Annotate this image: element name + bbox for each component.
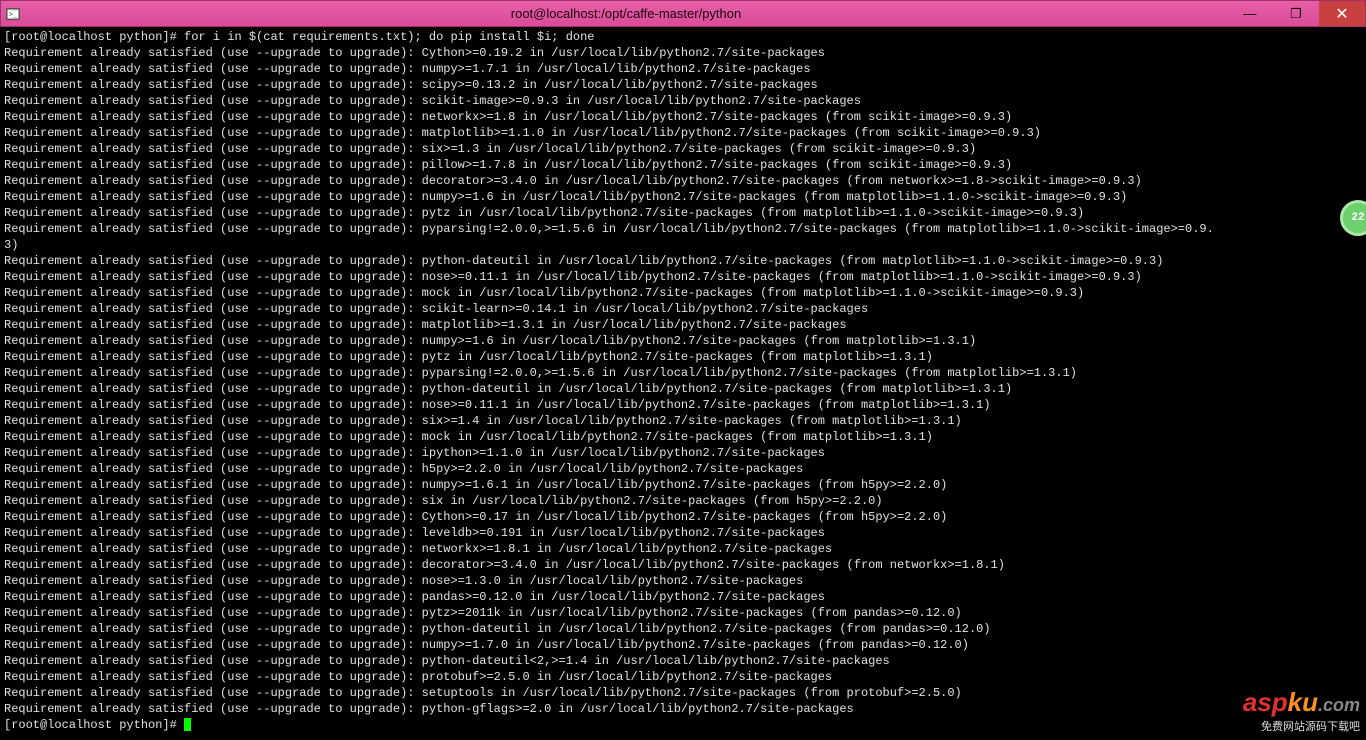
terminal-line: Requirement already satisfied (use --upg… [4,157,1362,173]
maximize-button[interactable]: ❐ [1273,1,1319,26]
terminal-line: Requirement already satisfied (use --upg… [4,653,1362,669]
terminal-line: Requirement already satisfied (use --upg… [4,77,1362,93]
terminal-line: Requirement already satisfied (use --upg… [4,349,1362,365]
app-icon: >_ [1,7,25,21]
terminal-line: Requirement already satisfied (use --upg… [4,221,1362,237]
terminal-line: Requirement already satisfied (use --upg… [4,381,1362,397]
terminal-line: Requirement already satisfied (use --upg… [4,189,1362,205]
terminal-line: Requirement already satisfied (use --upg… [4,557,1362,573]
terminal-line: Requirement already satisfied (use --upg… [4,285,1362,301]
terminal-line: Requirement already satisfied (use --upg… [4,573,1362,589]
terminal-line: Requirement already satisfied (use --upg… [4,493,1362,509]
cursor-icon [184,718,191,731]
terminal-area[interactable]: [root@localhost python]# for i in $(cat … [0,27,1366,740]
terminal-line: Requirement already satisfied (use --upg… [4,509,1362,525]
terminal-line: 3) [4,237,1362,253]
terminal-line: Requirement already satisfied (use --upg… [4,301,1362,317]
terminal-line: Requirement already satisfied (use --upg… [4,669,1362,685]
terminal-line: Requirement already satisfied (use --upg… [4,125,1362,141]
terminal-line: Requirement already satisfied (use --upg… [4,141,1362,157]
terminal-line: Requirement already satisfied (use --upg… [4,685,1362,701]
terminal-prompt[interactable]: [root@localhost python]# [4,717,1362,733]
terminal-line: Requirement already satisfied (use --upg… [4,205,1362,221]
watermark: aspku.com 免费网站源码下载吧 [1243,687,1360,734]
window-buttons: — ❐ ✕ [1227,1,1365,26]
svg-text:>_: >_ [9,11,18,19]
terminal-line: Requirement already satisfied (use --upg… [4,413,1362,429]
terminal-line: Requirement already satisfied (use --upg… [4,397,1362,413]
terminal-line: Requirement already satisfied (use --upg… [4,701,1362,717]
terminal-line: Requirement already satisfied (use --upg… [4,445,1362,461]
terminal-line: Requirement already satisfied (use --upg… [4,173,1362,189]
terminal-line: Requirement already satisfied (use --upg… [4,589,1362,605]
terminal-line: Requirement already satisfied (use --upg… [4,365,1362,381]
terminal-line: Requirement already satisfied (use --upg… [4,621,1362,637]
terminal-line: Requirement already satisfied (use --upg… [4,429,1362,445]
terminal-line: Requirement already satisfied (use --upg… [4,45,1362,61]
terminal-line: [root@localhost python]# for i in $(cat … [4,29,1362,45]
terminal-line: Requirement already satisfied (use --upg… [4,333,1362,349]
terminal-line: Requirement already satisfied (use --upg… [4,525,1362,541]
close-button[interactable]: ✕ [1319,1,1365,26]
terminal-line: Requirement already satisfied (use --upg… [4,605,1362,621]
terminal-line: Requirement already satisfied (use --upg… [4,637,1362,653]
terminal-line: Requirement already satisfied (use --upg… [4,253,1362,269]
terminal-line: Requirement already satisfied (use --upg… [4,269,1362,285]
window-title: root@localhost:/opt/caffe-master/python [25,6,1227,21]
terminal-line: Requirement already satisfied (use --upg… [4,93,1362,109]
terminal-line: Requirement already satisfied (use --upg… [4,541,1362,557]
terminal-line: Requirement already satisfied (use --upg… [4,461,1362,477]
minimize-button[interactable]: — [1227,1,1273,26]
terminal-line: Requirement already satisfied (use --upg… [4,317,1362,333]
terminal-line: Requirement already satisfied (use --upg… [4,477,1362,493]
terminal-line: Requirement already satisfied (use --upg… [4,109,1362,125]
terminal-line: Requirement already satisfied (use --upg… [4,61,1362,77]
window-titlebar: >_ root@localhost:/opt/caffe-master/pyth… [0,0,1366,27]
